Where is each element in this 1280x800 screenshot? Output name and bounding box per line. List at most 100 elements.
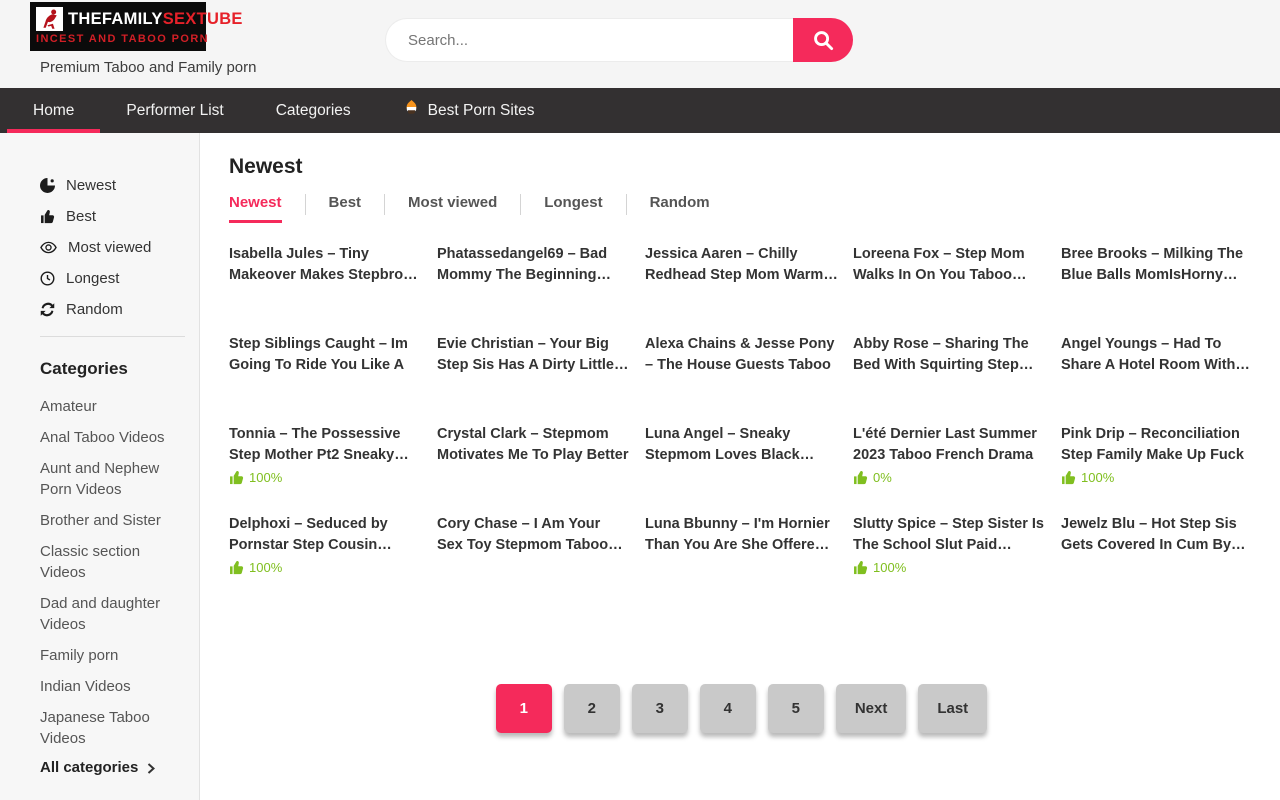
video-title-link[interactable]: Evie Christian – Your Big Step Sis Has A… xyxy=(437,334,630,376)
video-title-link[interactable]: Abby Rose – Sharing The Bed With Squirti… xyxy=(853,334,1046,376)
tab-newest[interactable]: Newest xyxy=(229,194,282,223)
sidebar-item-best[interactable]: Best xyxy=(40,208,187,225)
video-title-link[interactable]: L'été Dernier Last Summer 2023 Taboo Fre… xyxy=(853,424,1046,466)
pagination-button-last[interactable]: Last xyxy=(918,684,987,733)
nav-item-label: Home xyxy=(33,102,74,120)
sidebar-item-most-viewed[interactable]: Most viewed xyxy=(40,239,187,256)
video-card: Slutty Spice – Step Sister Is The School… xyxy=(853,514,1046,604)
sort-link-label: Random xyxy=(66,301,123,318)
nav-item-best-porn-sites[interactable]: Best Porn Sites xyxy=(377,88,561,133)
nav-item-categories[interactable]: Categories xyxy=(250,88,377,133)
video-card: Luna Angel – Sneaky Stepmom Loves Black … xyxy=(645,424,838,514)
video-title-link[interactable]: Delphoxi – Seduced by Pornstar Step Cous… xyxy=(229,514,422,556)
video-title-link[interactable]: Cory Chase – I Am Your Sex Toy Stepmom T… xyxy=(437,514,630,556)
video-rating: 0% xyxy=(853,470,1046,485)
sidebar-category-aunt-and-nephew-porn-videos[interactable]: Aunt and Nephew Porn Videos xyxy=(40,458,182,500)
clock-icon xyxy=(40,271,55,286)
sidebar-categories: Amateur Anal Taboo Videos Aunt and Nephew … xyxy=(40,396,187,749)
video-title-link[interactable]: Phatassedangel69 – Bad Mommy The Beginni… xyxy=(437,244,630,286)
main-content: Newest NewestBestMost viewedLongestRando… xyxy=(200,133,1280,800)
site-logo[interactable]: THEFAMILYSEXTUBE INCEST AND TABOO PORN xyxy=(30,2,206,51)
tab-separator xyxy=(384,194,385,215)
sidebar-item-longest[interactable]: Longest xyxy=(40,270,187,287)
logo-subtitle: INCEST AND TABOO PORN xyxy=(36,33,198,45)
sidebar-category-classic-section-videos[interactable]: Classic section Videos xyxy=(40,541,182,583)
pagination-button-1[interactable]: 1 xyxy=(496,684,552,733)
sort-link-label: Best xyxy=(66,208,96,225)
sidebar-category-brother-and-sister[interactable]: Brother and Sister xyxy=(40,510,182,531)
logo-title: THEFAMILYSEXTUBE xyxy=(68,10,243,29)
nav-item-label: Performer List xyxy=(126,102,223,120)
search-input[interactable] xyxy=(385,18,793,62)
video-title-link[interactable]: Luna Bbunny – I'm Hornier Than You Are S… xyxy=(645,514,838,556)
video-card: Pink Drip – Reconciliation Step Family M… xyxy=(1061,424,1254,514)
sidebar-item-random[interactable]: Random xyxy=(40,301,187,318)
tab-most-viewed[interactable]: Most viewed xyxy=(408,194,497,220)
video-rating: 100% xyxy=(853,560,1046,575)
pagination-button-next[interactable]: Next xyxy=(836,684,907,733)
video-title-link[interactable]: Jessica Aaren – Chilly Redhead Step Mom … xyxy=(645,244,838,286)
video-card: Evie Christian – Your Big Step Sis Has A… xyxy=(437,334,630,424)
sidebar: Newest Best Most viewed Longest Random C… xyxy=(0,133,200,800)
search-icon xyxy=(812,29,835,52)
video-title-link[interactable]: Slutty Spice – Step Sister Is The School… xyxy=(853,514,1046,556)
pagination-button-2[interactable]: 2 xyxy=(564,684,620,733)
sidebar-category-japanese-taboo-videos[interactable]: Japanese Taboo Videos xyxy=(40,707,182,749)
video-title-link[interactable]: Crystal Clark – Stepmom Motivates Me To … xyxy=(437,424,630,466)
nav-item-label: Categories xyxy=(276,102,351,120)
video-title-link[interactable]: Angel Youngs – Had To Share A Hotel Room… xyxy=(1061,334,1254,376)
video-card: L'été Dernier Last Summer 2023 Taboo Fre… xyxy=(853,424,1046,514)
video-title-link[interactable]: Step Siblings Caught – Im Going To Ride … xyxy=(229,334,422,376)
video-title-link[interactable]: Alexa Chains & Jesse Pony – The House Gu… xyxy=(645,334,838,376)
video-rating: 100% xyxy=(1061,470,1254,485)
nav-item-label: Best Porn Sites xyxy=(428,102,535,120)
nav-item-performer-list[interactable]: Performer List xyxy=(100,88,249,133)
video-title-link[interactable]: Bree Brooks – Milking The Blue Balls Mom… xyxy=(1061,244,1254,286)
video-rating: 100% xyxy=(229,560,422,575)
sidebar-divider xyxy=(40,336,185,337)
tab-separator xyxy=(626,194,627,215)
video-title-link[interactable]: Isabella Jules – Tiny Makeover Makes Ste… xyxy=(229,244,422,286)
thumbs-up-icon xyxy=(229,470,244,485)
video-title-link[interactable]: Luna Angel – Sneaky Stepmom Loves Black … xyxy=(645,424,838,466)
sidebar-item-newest[interactable]: Newest xyxy=(40,177,187,194)
pagination-button-5[interactable]: 5 xyxy=(768,684,824,733)
tab-random[interactable]: Random xyxy=(650,194,710,220)
pagination-button-3[interactable]: 3 xyxy=(632,684,688,733)
sort-link-label: Newest xyxy=(66,177,116,194)
video-card: Abby Rose – Sharing The Bed With Squirti… xyxy=(853,334,1046,424)
nav-item-home[interactable]: Home xyxy=(7,88,100,133)
search-button[interactable] xyxy=(793,18,853,62)
thumbs-up-icon xyxy=(229,560,244,575)
video-card: Phatassedangel69 – Bad Mommy The Beginni… xyxy=(437,244,630,334)
video-rating-value: 100% xyxy=(1081,470,1114,485)
sidebar-category-amateur[interactable]: Amateur xyxy=(40,396,182,417)
video-card: Step Siblings Caught – Im Going To Ride … xyxy=(229,334,422,424)
pagination-button-4[interactable]: 4 xyxy=(700,684,756,733)
video-title-link[interactable]: Pink Drip – Reconciliation Step Family M… xyxy=(1061,424,1254,466)
main-nav: Home Performer List Categories Best Porn… xyxy=(0,88,1280,133)
categories-heading: Categories xyxy=(40,359,187,379)
chevron-right-icon xyxy=(146,762,156,775)
video-title-link[interactable]: Tonnia – The Possessive Step Mother Pt2 … xyxy=(229,424,422,466)
video-card: Bree Brooks – Milking The Blue Balls Mom… xyxy=(1061,244,1254,334)
sidebar-category-family-porn[interactable]: Family porn xyxy=(40,645,182,666)
thumbs-up-icon xyxy=(1061,470,1076,485)
sidebar-category-indian-videos[interactable]: Indian Videos xyxy=(40,676,182,697)
video-rating-value: 0% xyxy=(873,470,892,485)
tab-best[interactable]: Best xyxy=(329,194,362,220)
video-card: Crystal Clark – Stepmom Motivates Me To … xyxy=(437,424,630,514)
sidebar-sort-links: Newest Best Most viewed Longest Random xyxy=(40,177,187,318)
sidebar-category-anal-taboo-videos[interactable]: Anal Taboo Videos xyxy=(40,427,182,448)
video-card: Jessica Aaren – Chilly Redhead Step Mom … xyxy=(645,244,838,334)
video-card: Delphoxi – Seduced by Pornstar Step Cous… xyxy=(229,514,422,604)
sidebar-category-dad-and-daughter-videos[interactable]: Dad and daughter Videos xyxy=(40,593,182,635)
thumbs-up-icon xyxy=(853,560,868,575)
video-title-link[interactable]: Jewelz Blu – Hot Step Sis Gets Covered I… xyxy=(1061,514,1254,556)
video-title-link[interactable]: Loreena Fox – Step Mom Walks In On You T… xyxy=(853,244,1046,286)
video-card: Alexa Chains & Jesse Pony – The House Gu… xyxy=(645,334,838,424)
tab-longest[interactable]: Longest xyxy=(544,194,602,220)
thumbs-up-icon xyxy=(40,209,55,224)
logo-top-row: THEFAMILYSEXTUBE xyxy=(36,7,198,31)
all-categories-link[interactable]: All categories xyxy=(40,759,187,776)
